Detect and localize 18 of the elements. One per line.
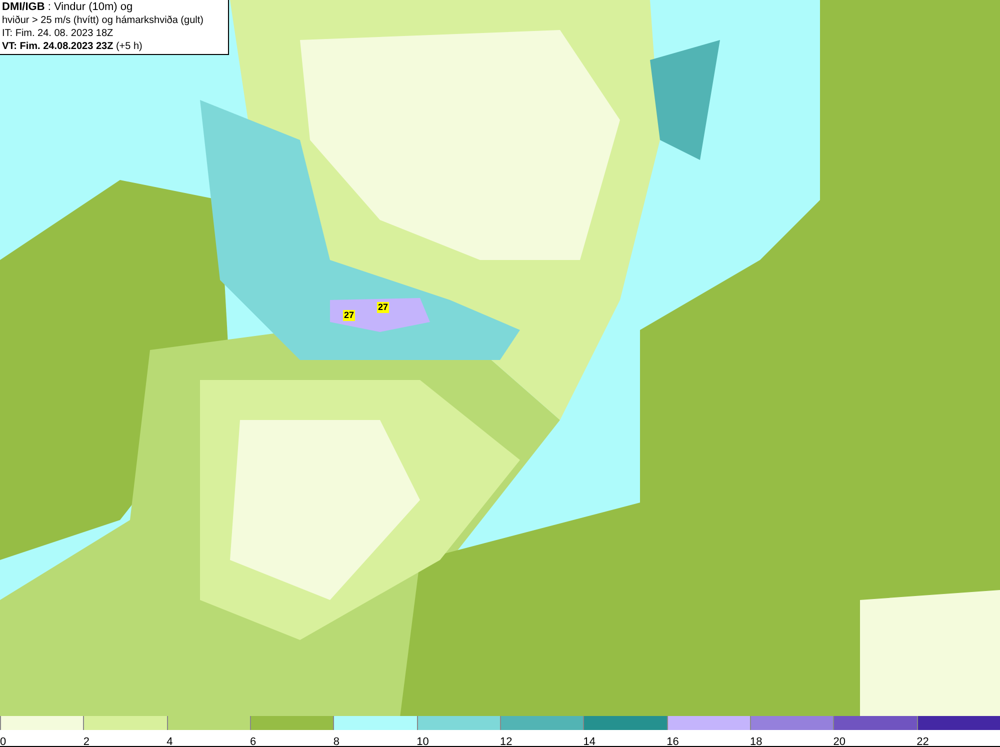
gust-label: 27 <box>377 302 390 313</box>
legend-label: 14 <box>583 736 596 747</box>
gust-label: 27 <box>343 310 356 321</box>
legend-label: 22 <box>916 736 929 747</box>
info-text: IT: Fim. 24. 08. 2023 18Z <box>2 27 114 40</box>
legend-label: 2 <box>83 736 90 747</box>
legend-label: 12 <box>500 736 512 747</box>
info-text: VT: Fim. 24.08.2023 23Z (+5 h) <box>2 40 144 53</box>
legend-label: 16 <box>666 736 679 747</box>
legend-label: 20 <box>833 736 846 747</box>
info-text: hviður > 25 m/s (hvítt) og hámarkshviða (gult) <box>2 14 204 27</box>
legend-label: 0 <box>0 736 6 747</box>
legend-label: 6 <box>250 736 256 747</box>
info-text: DMI/IGB : Vindur (10m) og <box>2 1 134 14</box>
legend-label: 4 <box>166 736 173 747</box>
legend-label: 8 <box>333 736 340 747</box>
legend-label: 10 <box>416 736 429 747</box>
legend-label: 18 <box>750 736 762 747</box>
